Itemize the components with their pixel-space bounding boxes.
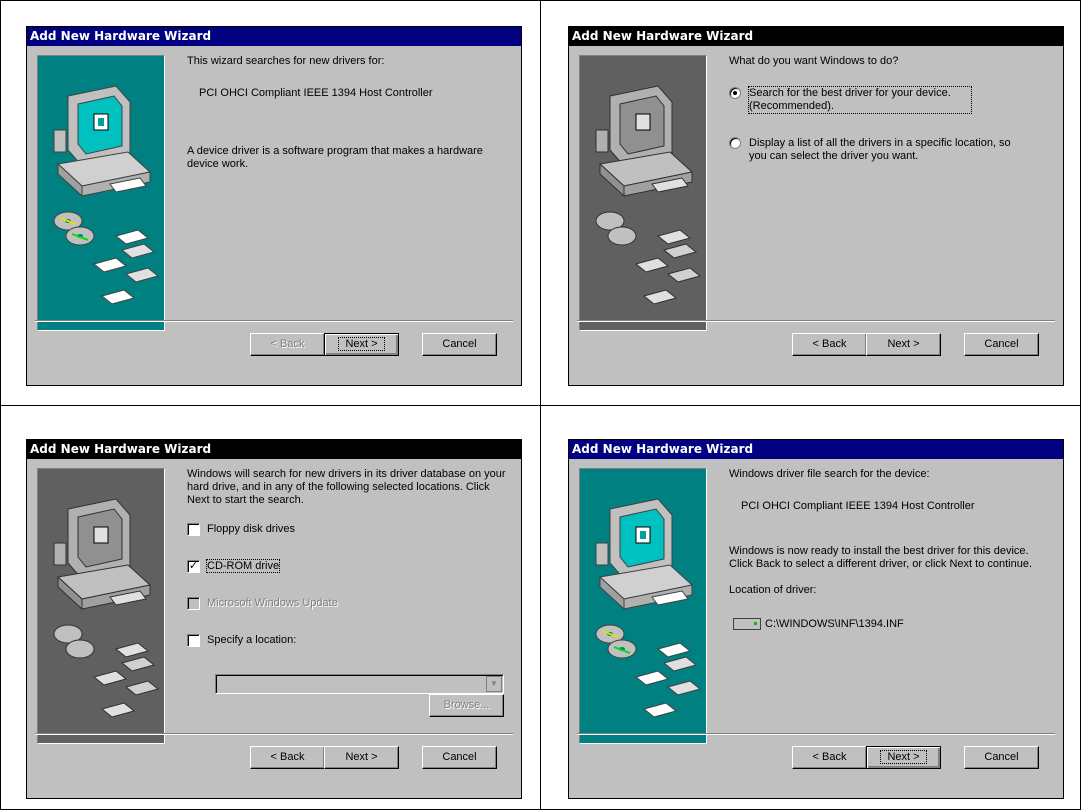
- content-area: Windows will search for new drivers in i…: [187, 468, 509, 648]
- wizard-illustration: [579, 468, 707, 744]
- checkbox[interactable]: [187, 523, 200, 536]
- content-area: This wizard searches for new drivers for…: [187, 55, 509, 171]
- driver-path-row: C:\WINDOWS\INF\1394.INF: [729, 618, 1051, 631]
- search-intro: Windows will search for new drivers in i…: [187, 468, 506, 506]
- wizard-dialog-ready: Add New Hardware Wizard Windows driver f…: [568, 439, 1064, 799]
- dialog-title: Add New Hardware Wizard: [569, 440, 1063, 459]
- cancel-button[interactable]: Cancel: [964, 746, 1039, 769]
- button-separator: [35, 320, 513, 322]
- checkbox-windows-update: Microsoft Windows Update: [187, 597, 509, 611]
- driver-path: C:\WINDOWS\INF\1394.INF: [765, 618, 904, 630]
- content-area: What do you want Windows to do? Search f…: [729, 55, 1051, 163]
- checkbox-specify-location[interactable]: Specify a location:: [187, 634, 509, 648]
- checkbox-cdrom[interactable]: ✓ CD-ROM drive: [187, 559, 509, 574]
- next-button[interactable]: Next >: [324, 746, 399, 769]
- next-button-label: Next >: [338, 337, 385, 351]
- wizard-dialog-choice: Add New Hardware Wizard What do you want…: [568, 26, 1064, 386]
- question-text: What do you want Windows to do?: [729, 55, 899, 67]
- cancel-button[interactable]: Cancel: [964, 333, 1039, 356]
- location-label: Location of driver:: [729, 584, 817, 596]
- checkbox-label-windows-update: Microsoft Windows Update: [207, 597, 338, 609]
- cancel-button[interactable]: Cancel: [422, 333, 497, 356]
- dialog-title: Add New Hardware Wizard: [27, 440, 521, 459]
- radio-search-best[interactable]: Search for the best driver for your devi…: [729, 86, 1051, 114]
- checkbox-label-cdrom: CD-ROM drive: [205, 559, 281, 573]
- radio-label-search: Search for the best driver for your devi…: [748, 86, 972, 114]
- drive-icon: [733, 618, 761, 631]
- intro-line: This wizard searches for new drivers for…: [187, 55, 385, 67]
- radio-button-selected[interactable]: [729, 87, 741, 99]
- radio-label-display: Display a list of all the drivers in a s…: [749, 137, 1011, 162]
- location-combobox: ▼: [215, 674, 504, 694]
- ready-message: Windows is now ready to install the best…: [729, 545, 1033, 570]
- checkbox-checked[interactable]: ✓: [187, 560, 200, 573]
- checkbox[interactable]: [187, 634, 200, 647]
- device-name: PCI OHCI Compliant IEEE 1394 Host Contro…: [741, 500, 975, 512]
- wizard-dialog-intro: Add New Hardware Wizard This wizard sear…: [26, 26, 522, 386]
- button-separator: [35, 733, 513, 735]
- checkbox-label-specify: Specify a location:: [207, 634, 297, 646]
- next-button[interactable]: Next >: [324, 333, 399, 356]
- chevron-down-icon: ▼: [486, 676, 502, 692]
- content-area: Windows driver file search for the devic…: [729, 468, 1051, 631]
- checkbox-label-floppy: Floppy disk drives: [207, 523, 296, 535]
- next-button-label: Next >: [880, 750, 927, 764]
- dialog-title: Add New Hardware Wizard: [27, 27, 521, 46]
- back-button[interactable]: < Back: [792, 746, 867, 769]
- wizard-illustration: [579, 55, 707, 331]
- next-button[interactable]: Next >: [866, 746, 941, 769]
- checkbox-floppy[interactable]: Floppy disk drives: [187, 523, 509, 537]
- wizard-dialog-locations: Add New Hardware Wizard Windows will sea…: [26, 439, 522, 799]
- vertical-divider: [540, 0, 541, 810]
- wizard-illustration: [37, 468, 165, 744]
- back-button[interactable]: < Back: [250, 333, 325, 356]
- back-button[interactable]: < Back: [250, 746, 325, 769]
- back-button[interactable]: < Back: [792, 333, 867, 356]
- cancel-button[interactable]: Cancel: [422, 746, 497, 769]
- dialog-title: Add New Hardware Wizard: [569, 27, 1063, 46]
- device-name: PCI OHCI Compliant IEEE 1394 Host Contro…: [199, 87, 433, 99]
- checkbox-disabled: [187, 597, 200, 610]
- driver-description: A device driver is a software program th…: [187, 145, 483, 170]
- radio-button[interactable]: [729, 137, 741, 149]
- next-button[interactable]: Next >: [866, 333, 941, 356]
- browse-button: Browse...: [429, 694, 504, 717]
- button-separator: [577, 320, 1055, 322]
- wizard-illustration: [37, 55, 165, 331]
- button-separator: [577, 733, 1055, 735]
- search-line: Windows driver file search for the devic…: [729, 468, 930, 480]
- radio-display-list[interactable]: Display a list of all the drivers in a s…: [729, 137, 1051, 163]
